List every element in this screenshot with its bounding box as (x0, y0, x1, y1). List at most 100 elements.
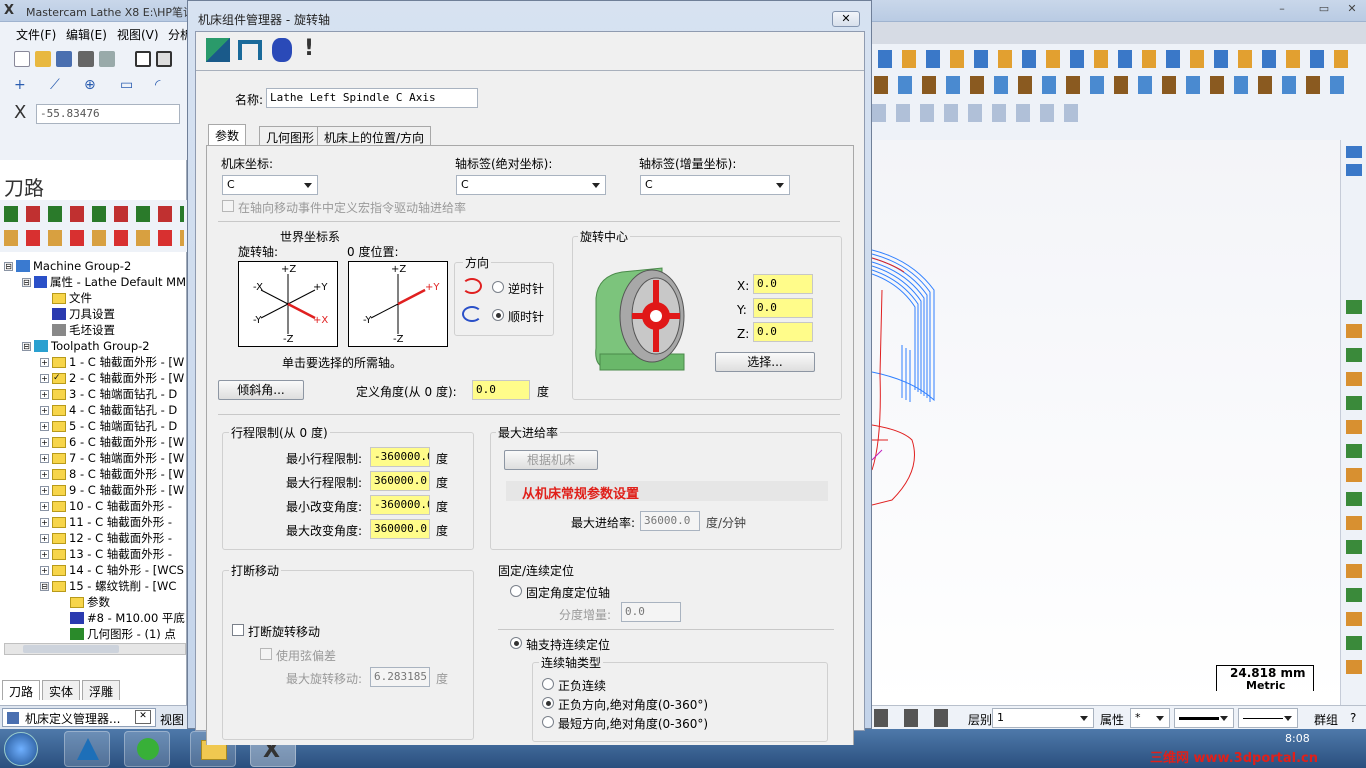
index-inc-input[interactable]: 0.0 (621, 602, 681, 622)
tab-geometry[interactable]: 几何图形 (259, 126, 322, 146)
center-y-input[interactable]: 0.0 (753, 298, 813, 318)
open-file-icon[interactable] (35, 51, 51, 67)
tab-relief[interactable]: 浮雕 (82, 680, 121, 700)
tree-item[interactable]: +10 - C 轴截面外形 - (4, 498, 186, 514)
circle-icon[interactable]: ⊕ (84, 77, 96, 93)
taskbar-app-2[interactable] (124, 731, 170, 767)
max-travel-input[interactable]: 360000.0 (370, 471, 430, 491)
hscroll-thumb[interactable] (23, 645, 119, 653)
expand-toggle-icon[interactable]: ⊟ (22, 277, 31, 287)
line-style-select[interactable] (1174, 708, 1234, 728)
expand-toggle-icon[interactable]: + (40, 549, 49, 559)
tab-toolpaths[interactable]: 刀路 (2, 680, 41, 700)
help-button[interactable]: ? (1350, 711, 1356, 725)
max-rotation-input[interactable]: 6.283185 (370, 667, 430, 687)
ccw-radio[interactable] (492, 281, 504, 293)
expand-toggle-icon[interactable]: + (40, 485, 49, 495)
start-button[interactable] (4, 732, 38, 766)
expand-toggle-icon[interactable]: + (40, 533, 49, 543)
expand-toggle-icon[interactable]: ⊟ (40, 581, 49, 591)
tree-item[interactable]: 几何图形 - (1) 点 (4, 626, 186, 642)
point-icon[interactable]: + (14, 77, 26, 93)
expand-toggle-icon[interactable]: + (40, 453, 49, 463)
center-x-input[interactable]: 0.0 (753, 274, 813, 294)
tree-item[interactable]: +4 - C 轴截面钻孔 - D (4, 402, 186, 418)
tree-item[interactable]: +11 - C 轴截面外形 - (4, 514, 186, 530)
status-view-icons[interactable] (874, 709, 962, 727)
tree-item[interactable]: +6 - C 轴截面外形 - [W (4, 434, 186, 450)
chord-deviation-checkbox[interactable] (260, 648, 272, 660)
attributes-button[interactable]: 属性 (1100, 711, 1124, 728)
expand-toggle-icon[interactable]: + (40, 405, 49, 415)
cw-radio[interactable] (492, 309, 504, 321)
right-strip-top-icons[interactable] (1346, 146, 1362, 176)
by-machine-button[interactable]: 根据机床 (504, 450, 598, 470)
min-change-input[interactable]: -360000.0 (370, 495, 430, 515)
toolpath-tools-row-1[interactable] (4, 206, 184, 222)
tree-item[interactable]: #8 - M10.00 平底 (4, 610, 186, 626)
inc-axis-select[interactable]: C (640, 175, 790, 195)
new-file-icon[interactable] (14, 51, 30, 67)
menu-edit[interactable]: 编辑(E) (66, 26, 107, 43)
layer-select[interactable]: 1 (992, 708, 1094, 728)
expand-toggle-icon[interactable]: + (40, 517, 49, 527)
groups-button[interactable]: 群组 (1314, 711, 1338, 728)
angle-input[interactable]: 0.0 (472, 380, 530, 400)
expand-toggle-icon[interactable]: + (40, 565, 49, 575)
expand-toggle-icon[interactable]: ⊟ (22, 341, 31, 351)
signed-absolute-radio[interactable] (542, 697, 554, 709)
clock[interactable]: 8:08 (1285, 732, 1310, 745)
name-input[interactable]: Lathe Left Spindle C Axis (266, 88, 478, 108)
tab-position-orientation[interactable]: 机床上的位置/方向 (317, 126, 432, 146)
minimize-icon[interactable]: – (1270, 2, 1294, 18)
zoom-window-icon[interactable] (156, 51, 172, 67)
right-strip-tool-icons[interactable] (1346, 300, 1362, 680)
x-coord-input[interactable]: -55.83476 (36, 104, 180, 124)
continuous-radio[interactable] (510, 637, 522, 649)
tree-item[interactable]: +3 - C 轴端面钻孔 - D (4, 386, 186, 402)
tree-item[interactable]: 毛坯设置 (4, 322, 186, 338)
restore-icon[interactable]: ▭ (1312, 2, 1336, 18)
tree-item[interactable]: +12 - C 轴截面外形 - (4, 530, 186, 546)
close-icon[interactable]: ✕ (1340, 2, 1364, 18)
rectangle-icon[interactable]: ▭ (120, 77, 133, 93)
zero-position-picker[interactable]: +Z -Z +Y -Y (348, 261, 448, 347)
print-icon[interactable] (78, 51, 94, 67)
menu-file[interactable]: 文件(F) (16, 26, 56, 43)
expand-toggle-icon[interactable]: + (40, 421, 49, 431)
tree-item[interactable]: + ✓ 2 - C 轴截面外形 - [W (4, 370, 186, 386)
fit-icon[interactable] (135, 51, 151, 67)
menu-view[interactable]: 视图(V) (117, 26, 159, 43)
spindle-icon[interactable] (272, 38, 292, 62)
tree-hscrollbar[interactable] (4, 643, 186, 655)
break-rotation-checkbox[interactable] (232, 624, 244, 636)
tree-item[interactable]: 文件 (4, 290, 186, 306)
dialog-close-button[interactable]: ✕ (832, 11, 860, 27)
macro-checkbox[interactable] (222, 200, 234, 212)
toolbar-row-1-icons[interactable] (878, 50, 1358, 68)
abs-axis-select[interactable]: C (456, 175, 606, 195)
line-icon[interactable]: ⟋ (50, 77, 60, 93)
rotation-axis-picker[interactable]: +Z -Z -X +Y -Y +X (238, 261, 338, 347)
taskbar-app-1[interactable] (64, 731, 110, 767)
max-feed-input[interactable]: 36000.0 (640, 511, 700, 531)
expand-toggle-icon[interactable]: + (40, 469, 49, 479)
expand-toggle-icon[interactable]: + (40, 389, 49, 399)
tree-item[interactable]: 参数 (4, 594, 186, 610)
center-z-input[interactable]: 0.0 (753, 322, 813, 342)
arc-icon[interactable]: ◜ (155, 77, 160, 93)
select-center-button[interactable]: 选择... (715, 352, 815, 372)
rotary-axis-icon[interactable] (238, 40, 262, 60)
tree-item[interactable]: +14 - C 轴外形 - [WCS (4, 562, 186, 578)
view-label[interactable]: 视图 (160, 711, 184, 728)
tree-item[interactable]: +7 - C 轴端面外形 - [W (4, 450, 186, 466)
point-style-select[interactable]: * (1130, 708, 1170, 728)
tree-item[interactable]: ⊟ Machine Group-2 (4, 258, 186, 274)
tree-item[interactable]: ⊟ 属性 - Lathe Default MM (4, 274, 186, 290)
tree-item[interactable]: ⊟ 15 - 螺纹铣削 - [WC (4, 578, 186, 594)
min-travel-input[interactable]: -360000.0 (370, 447, 430, 467)
tree-item[interactable]: +5 - C 轴端面钻孔 - D (4, 418, 186, 434)
expand-toggle-icon[interactable]: + (40, 357, 49, 367)
toolbar-row-2-icons[interactable] (874, 76, 1354, 94)
tree-item[interactable]: +1 - C 轴截面外形 - [W (4, 354, 186, 370)
